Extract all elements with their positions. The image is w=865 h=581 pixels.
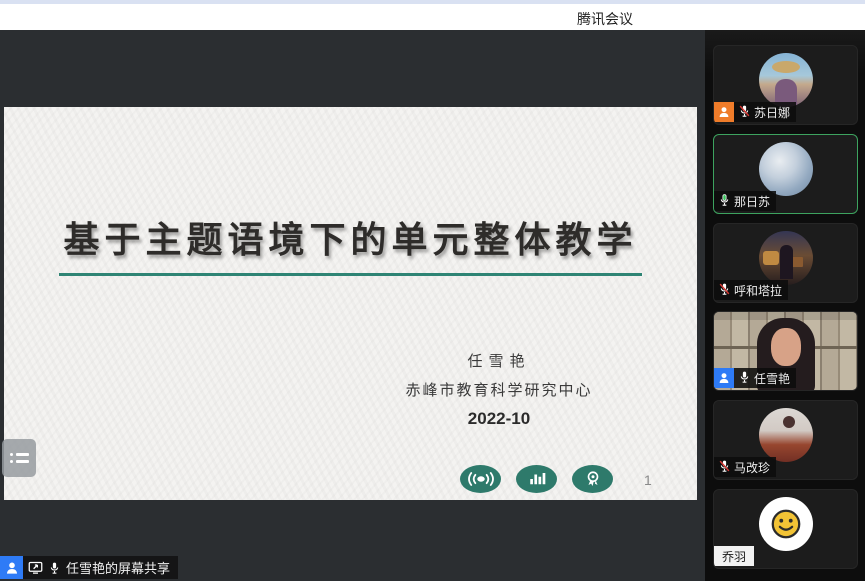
broadcast-icon bbox=[460, 465, 501, 493]
participant-name: 呼和塔拉 bbox=[734, 282, 782, 299]
participant-tile[interactable]: 苏日娜 bbox=[713, 45, 858, 125]
avatar bbox=[759, 497, 813, 551]
host-badge-icon bbox=[0, 556, 23, 579]
avatar bbox=[759, 231, 813, 285]
shared-screen-area: 基于主题语境下的单元整体教学 任雪艳 赤峰市教育科学研究中心 2022-10 bbox=[0, 30, 705, 581]
mic-active-icon bbox=[718, 193, 731, 210]
screen-share-icon bbox=[28, 561, 43, 574]
participant-tile[interactable]: 那日苏 bbox=[713, 134, 858, 214]
participant-name: 苏日娜 bbox=[754, 104, 790, 121]
slide-list-button[interactable] bbox=[2, 439, 36, 477]
participants-sidebar: 苏日娜 那日苏 bbox=[705, 30, 865, 581]
award-icon bbox=[572, 465, 613, 493]
participant-tile[interactable]: 呼和塔拉 bbox=[713, 223, 858, 303]
presenter-organization: 赤峰市教育科学研究中心 bbox=[376, 375, 622, 405]
tencent-meeting-window: 腾讯会议 基于主题语境下的单元整体教学 任雪艳 赤峰市教育科学研究中心 2022… bbox=[0, 0, 865, 581]
avatar bbox=[759, 408, 813, 462]
avatar bbox=[759, 53, 813, 107]
smiley-icon bbox=[769, 507, 803, 541]
app-title: 腾讯会议 bbox=[577, 9, 633, 29]
participant-tile[interactable]: 乔羽 bbox=[713, 489, 858, 569]
presenter-name: 任雪艳 bbox=[376, 347, 622, 375]
presenter-block: 任雪艳 赤峰市教育科学研究中心 2022-10 bbox=[376, 347, 622, 433]
mic-muted-icon bbox=[738, 104, 751, 121]
participant-name: 马改珍 bbox=[734, 459, 770, 476]
mic-muted-icon bbox=[718, 282, 731, 299]
mic-on-icon bbox=[48, 561, 61, 575]
participant-tile[interactable]: 马改珍 bbox=[713, 400, 858, 480]
participant-name: 乔羽 bbox=[722, 548, 746, 565]
slide-page-number: 1 bbox=[644, 472, 652, 488]
participant-name: 任雪艳 bbox=[754, 370, 790, 387]
presentation-slide: 基于主题语境下的单元整体教学 任雪艳 赤峰市教育科学研究中心 2022-10 bbox=[4, 107, 697, 500]
host-badge-icon bbox=[714, 368, 734, 388]
slide-footer-icons bbox=[460, 465, 613, 493]
bar-chart-icon bbox=[516, 465, 557, 493]
slide-title: 基于主题语境下的单元整体教学 bbox=[59, 211, 641, 276]
window-title-bar[interactable]: 腾讯会议 bbox=[0, 4, 865, 30]
mic-muted-icon bbox=[718, 459, 731, 476]
slide-list-icon bbox=[10, 453, 29, 463]
cohost-badge-icon bbox=[714, 102, 734, 122]
screen-share-banner[interactable]: 任雪艳的屏幕共享 bbox=[0, 556, 178, 579]
presentation-date: 2022-10 bbox=[376, 405, 622, 433]
avatar bbox=[759, 142, 813, 196]
participant-tile-video[interactable]: 任雪艳 bbox=[713, 311, 858, 391]
participant-name: 那日苏 bbox=[734, 193, 770, 210]
screen-share-text: 任雪艳的屏幕共享 bbox=[66, 558, 170, 577]
mic-on-icon bbox=[738, 370, 751, 387]
